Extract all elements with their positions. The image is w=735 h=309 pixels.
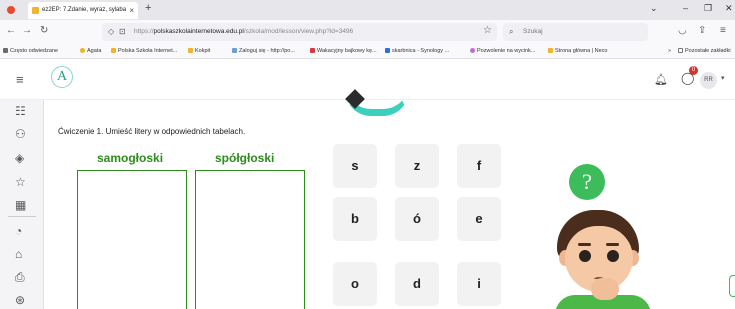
bookmark-item[interactable]: Strona główna | Neco: [548, 44, 608, 58]
tab-list-icon[interactable]: ⌄: [650, 3, 658, 14]
bookmark-icon: [111, 48, 116, 53]
pocket-icon[interactable]: ◡: [678, 25, 687, 36]
close-window-icon[interactable]: ✕: [725, 3, 733, 14]
star-icon[interactable]: ☆: [15, 175, 26, 189]
bookmark-item[interactable]: Zaloguj się - http://po...: [232, 44, 295, 58]
letter-tile[interactable]: b: [333, 197, 377, 241]
bookmark-item[interactable]: Wakacyjny bajkowy kę...: [310, 44, 377, 58]
consonants-drop-zone[interactable]: [195, 170, 305, 309]
sidebar: ☷ ⚇ ◈ ☆ ▦ ◔ ⌂ ⎙ ⊛: [0, 100, 44, 309]
menu-icon[interactable]: ≡: [720, 25, 726, 36]
url-path: /szkola/mod/lesson/view.php?id=3496: [243, 28, 354, 35]
layers-icon[interactable]: ◈: [15, 151, 24, 165]
hamburger-menu-icon[interactable]: ≡: [16, 72, 24, 87]
back-icon[interactable]: ←: [6, 25, 16, 36]
share-icon[interactable]: ⇪: [698, 25, 706, 36]
shield-icon[interactable]: ◇: [108, 23, 114, 41]
navigation-toolbar: ← → ↻ ◇ ⊡ https://polskaszkolainternetow…: [0, 20, 735, 44]
letter-tile[interactable]: z: [395, 144, 439, 188]
bookmark-item[interactable]: Polska Szkoła Internet...: [111, 44, 177, 58]
bookmark-icon: [310, 48, 315, 53]
letter-tile[interactable]: s: [333, 144, 377, 188]
tab-bar: ez2EP: 7.Zdanie, wyraz, sylaba × + ⌄ – ❐…: [0, 0, 735, 20]
bell-icon[interactable]: 🔔︎: [654, 73, 668, 86]
consonants-heading: spółgłoski: [215, 151, 275, 165]
calendar-icon[interactable]: ▦: [15, 198, 26, 212]
firefox-icon: [7, 6, 15, 14]
boy-eye: [579, 250, 591, 262]
folder-icon: [678, 48, 683, 53]
bookmark-star-icon[interactable]: ☆: [483, 25, 492, 36]
search-icon: ⌕: [509, 27, 514, 36]
bookmark-icon: [80, 48, 85, 53]
graduation-icon[interactable]: ⊛: [15, 293, 25, 307]
other-bookmarks[interactable]: Pozostałe zakładki: [678, 44, 731, 58]
bookmark-icon: [232, 48, 237, 53]
maximize-icon[interactable]: ❐: [704, 3, 712, 14]
lock-icon[interactable]: ⊡: [119, 23, 126, 41]
search-box[interactable]: ⌕ Szukaj: [503, 23, 648, 41]
letter-tile[interactable]: i: [457, 262, 501, 306]
exercise-instruction: Ćwiczenie 1. Umieść litery w odpowiednic…: [58, 127, 246, 136]
site-favicon-icon: [32, 7, 39, 14]
url-domain: polskaszkolainternetowa.edu.pl: [153, 28, 244, 35]
bookmarks-overflow[interactable]: »: [668, 44, 671, 58]
boy-hand: [591, 278, 619, 300]
bookmark-item[interactable]: skarbnica - Synology ...: [385, 44, 449, 58]
bookmark-icon: [385, 48, 390, 53]
site-logo[interactable]: A: [51, 66, 73, 88]
boy-eyebrow: [606, 243, 619, 246]
letter-tile[interactable]: f: [457, 144, 501, 188]
minimize-icon[interactable]: –: [683, 3, 688, 13]
lesson-content: Ćwiczenie 1. Umieść litery w odpowiednic…: [45, 89, 735, 309]
letter-tile[interactable]: d: [395, 262, 439, 306]
url-prefix: https://: [134, 28, 154, 35]
bookmark-item[interactable]: Często odwiedzane: [3, 44, 58, 58]
vowels-drop-zone[interactable]: [77, 170, 187, 309]
browser-window: ez2EP: 7.Zdanie, wyraz, sylaba × + ⌄ – ❐…: [0, 0, 735, 309]
boy-eye: [607, 250, 619, 262]
sidebar-divider: [8, 216, 36, 217]
boy-eyebrow: [578, 243, 591, 246]
letter-tile[interactable]: o: [333, 262, 377, 306]
chevron-down-icon[interactable]: ▾: [721, 74, 725, 82]
bookmark-item[interactable]: Kokpit: [188, 44, 210, 58]
bookmarks-bar: Często odwiedzane Agata Polska Szkoła In…: [0, 44, 735, 59]
gear-icon: [3, 48, 8, 53]
side-panel-toggle[interactable]: [729, 275, 735, 297]
tab-close-icon[interactable]: ×: [129, 2, 134, 19]
bookmark-icon: [188, 48, 193, 53]
avatar[interactable]: RR: [700, 72, 717, 89]
courses-icon[interactable]: ⎙: [15, 270, 25, 285]
tab-title: ez2EP: 7.Zdanie, wyraz, sylaba: [42, 7, 127, 13]
letter-tile[interactable]: e: [457, 197, 501, 241]
search-placeholder: Szukaj: [523, 28, 543, 35]
question-mark-balloon: ?: [569, 164, 605, 200]
reload-icon[interactable]: ↻: [40, 25, 48, 36]
dashboard-icon[interactable]: ◔: [15, 224, 22, 238]
notification-badge: 0: [689, 66, 698, 75]
bookmark-item[interactable]: Pozwolenie na wycink...: [470, 44, 535, 58]
bookmark-item[interactable]: Agata: [80, 44, 101, 58]
bookmark-icon: [470, 48, 475, 53]
address-bar[interactable]: ◇ ⊡ https://polskaszkolainternetowa.edu.…: [102, 23, 497, 41]
home-icon[interactable]: ⌂: [15, 247, 22, 261]
users-icon[interactable]: ⚇: [15, 127, 26, 141]
browser-tab[interactable]: ez2EP: 7.Zdanie, wyraz, sylaba ×: [28, 2, 138, 19]
list-icon[interactable]: ☷: [15, 104, 26, 118]
new-tab-button[interactable]: +: [145, 2, 151, 14]
forward-icon[interactable]: →: [22, 25, 32, 36]
bookmark-icon: [548, 48, 553, 53]
vowels-heading: samogłoski: [97, 151, 164, 165]
letter-tile[interactable]: ó: [395, 197, 439, 241]
